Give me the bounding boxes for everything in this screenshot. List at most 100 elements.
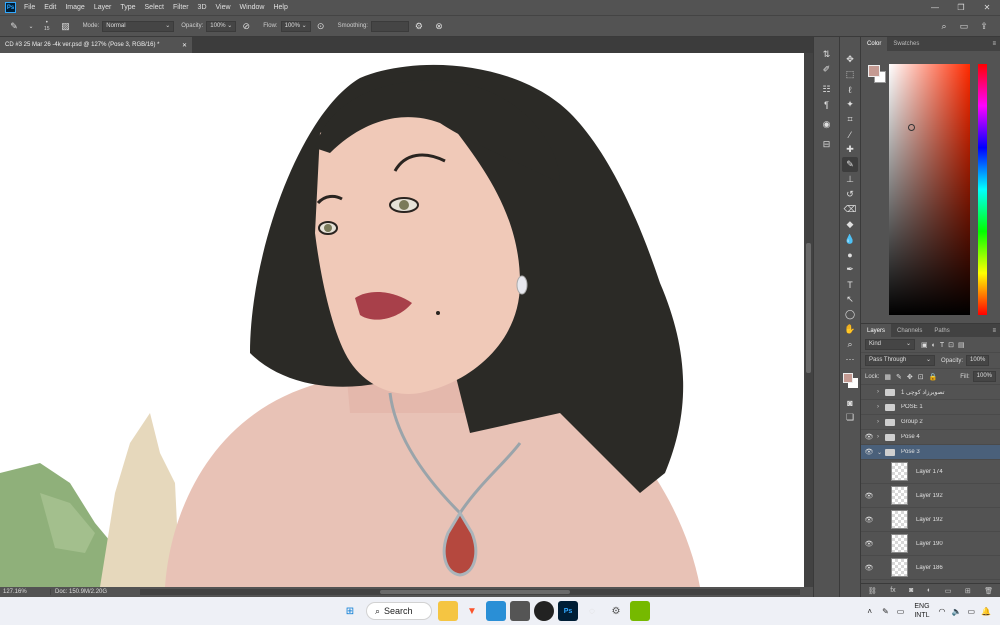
hue-slider[interactable] — [978, 64, 987, 315]
brush-tool-icon[interactable]: ✎ — [8, 20, 20, 32]
eye-icon[interactable]: 👁 — [861, 564, 877, 572]
menu-window[interactable]: Window — [240, 4, 265, 11]
airbrush-icon[interactable]: ⊙ — [315, 20, 327, 32]
search-icon[interactable]: ⌕ — [938, 20, 950, 32]
paragraph-icon[interactable]: ¶ — [819, 97, 835, 112]
chevron-right-icon[interactable]: › — [877, 389, 885, 395]
magic-wand-icon[interactable]: ✦ — [842, 97, 858, 112]
chevron-right-icon[interactable]: › — [877, 404, 885, 410]
layer-group-row-selected[interactable]: 👁 ⌄ Pose 3 — [861, 445, 1000, 460]
layer-row[interactable]: 👁 Layer 192 — [861, 484, 1000, 508]
layer-row[interactable]: 👁 Layer 190 — [861, 532, 1000, 556]
menu-help[interactable]: Help — [273, 4, 287, 11]
lock-icons[interactable]: ▦✎✥⊡🔒 — [884, 373, 942, 381]
brush-settings-icon[interactable]: ✐ — [819, 62, 835, 77]
tab-channels[interactable]: Channels — [891, 324, 928, 338]
adjustments-icon[interactable]: ⇅ — [819, 47, 835, 62]
panel-menu-icon[interactable]: ≡ — [992, 41, 1000, 47]
eye-icon[interactable]: 👁 — [861, 516, 877, 524]
menu-image[interactable]: Image — [65, 4, 84, 11]
brave-browser-icon[interactable]: ▼ — [462, 601, 482, 621]
link-icon[interactable]: ⛓ — [868, 587, 877, 595]
calculator-icon[interactable] — [510, 601, 530, 621]
windows-start-icon[interactable]: ⊞ — [340, 601, 360, 621]
fill-input[interactable]: 100% — [972, 371, 996, 382]
styles-icon[interactable]: ◉ — [819, 117, 835, 132]
gear-icon[interactable]: ⚙ — [413, 20, 425, 32]
close-tab-icon[interactable]: ✕ — [182, 42, 187, 49]
blur-tool-icon[interactable]: 💧 — [842, 232, 858, 247]
document-tab[interactable]: CD #3 25 Mar 26 -4k ver.psd @ 127% (Pose… — [0, 37, 192, 53]
history-brush-icon[interactable]: ↺ — [842, 187, 858, 202]
mask-icon[interactable]: ◙ — [909, 587, 913, 594]
nvidia-icon[interactable] — [630, 601, 650, 621]
filter-icons[interactable]: ▣◐T⊡▤ — [921, 341, 969, 349]
layer-row[interactable]: Layer 174 — [861, 460, 1000, 484]
adjustment-sliders-icon[interactable]: ⊟ — [819, 137, 835, 152]
layer-row[interactable]: 👁 Layer 192 — [861, 508, 1000, 532]
path-select-icon[interactable]: ↖ — [842, 292, 858, 307]
artwork-canvas[interactable] — [0, 53, 804, 587]
picker-cursor[interactable] — [908, 124, 915, 131]
ellipse-tool-icon[interactable]: ◯ — [842, 307, 858, 322]
smoothing-input[interactable] — [370, 20, 409, 32]
taskbar-search[interactable]: ⌕ Search — [366, 602, 432, 620]
menu-view[interactable]: View — [216, 4, 231, 11]
mode-select[interactable]: Normal ⌄ — [102, 20, 175, 32]
properties-icon[interactable]: ☷ — [819, 82, 835, 97]
tab-paths[interactable]: Paths — [928, 324, 955, 338]
crop-tool-icon[interactable]: ⌗ — [842, 112, 858, 127]
foreground-swatch[interactable] — [843, 373, 853, 383]
layer-group-row[interactable]: › Group 2 — [861, 415, 1000, 430]
tablet-icon[interactable]: ▭ — [897, 607, 905, 616]
clone-stamp-icon[interactable]: ⊥ — [842, 172, 858, 187]
new-group-icon[interactable]: ▭ — [945, 587, 952, 595]
screen-mode-icon[interactable]: ❏ — [842, 410, 858, 425]
photoshop-taskbar-icon[interactable]: Ps — [558, 601, 578, 621]
layer-opacity-input[interactable]: 100% — [966, 355, 990, 366]
menu-edit[interactable]: Edit — [44, 4, 56, 11]
layer-group-row[interactable]: 👁 › Pose 4 — [861, 430, 1000, 445]
menu-select[interactable]: Select — [145, 4, 164, 11]
tab-layers[interactable]: Layers — [861, 323, 892, 338]
zoom-tool-icon[interactable]: ⌕ — [842, 337, 858, 352]
chevron-right-icon[interactable]: › — [877, 434, 885, 440]
zoom-level[interactable]: 127.16% — [0, 589, 27, 595]
layer-group-row[interactable]: › تصویرزاد کوچی 1 — [861, 385, 1000, 400]
file-explorer-icon[interactable] — [438, 601, 458, 621]
menu-3d[interactable]: 3D — [198, 4, 207, 11]
chevron-down-icon[interactable]: ⌄ — [877, 449, 885, 456]
battery-icon[interactable]: ▭ — [967, 607, 975, 616]
tab-color[interactable]: Color — [861, 37, 888, 51]
share-icon[interactable]: ⇪ — [978, 20, 990, 32]
close-icon[interactable]: ✕ — [974, 0, 1000, 15]
vertical-scrollbar[interactable] — [804, 53, 813, 587]
menu-type[interactable]: Type — [120, 4, 135, 11]
menu-layer[interactable]: Layer — [94, 4, 112, 11]
paint-bucket-icon[interactable]: ◆ — [842, 217, 858, 232]
scrollbar-thumb[interactable] — [806, 243, 811, 373]
adjustment-layer-icon[interactable]: ◐ — [927, 587, 931, 594]
lasso-tool-icon[interactable]: ℓ — [842, 82, 858, 97]
tab-swatches[interactable]: Swatches — [887, 37, 925, 51]
eye-icon[interactable]: 👁 — [861, 540, 877, 548]
layer-group-row[interactable]: › POSE 1 — [861, 400, 1000, 415]
filter-kind-select[interactable]: Kind ⌄ — [865, 339, 915, 350]
type-tool-icon[interactable]: T — [842, 277, 858, 292]
obs-icon[interactable] — [534, 601, 554, 621]
flow-input[interactable]: 100% ⌄ — [280, 20, 311, 32]
brush-tool-icon[interactable]: ✎ — [842, 157, 858, 172]
pen-tool-icon[interactable]: ✒ — [842, 262, 858, 277]
chevron-up-icon[interactable]: ˄ — [867, 607, 872, 616]
pressure-opacity-icon[interactable]: ⊘ — [240, 20, 252, 32]
opacity-input[interactable]: 100% ⌄ — [206, 20, 237, 32]
panel-menu-icon[interactable]: ≡ — [992, 328, 1000, 334]
healing-brush-icon[interactable]: ✚ — [842, 142, 858, 157]
chevron-down-icon[interactable]: ⌄ — [28, 20, 34, 32]
chevron-right-icon[interactable]: › — [877, 419, 885, 425]
horizontal-scrollbar[interactable] — [140, 589, 800, 595]
marquee-tool-icon[interactable]: ⬚ — [842, 67, 858, 82]
foreground-color-swatch[interactable] — [868, 65, 880, 77]
brush-settings-icon[interactable]: ▨ — [60, 20, 72, 32]
quick-mask-icon[interactable]: ◙ — [842, 395, 858, 410]
